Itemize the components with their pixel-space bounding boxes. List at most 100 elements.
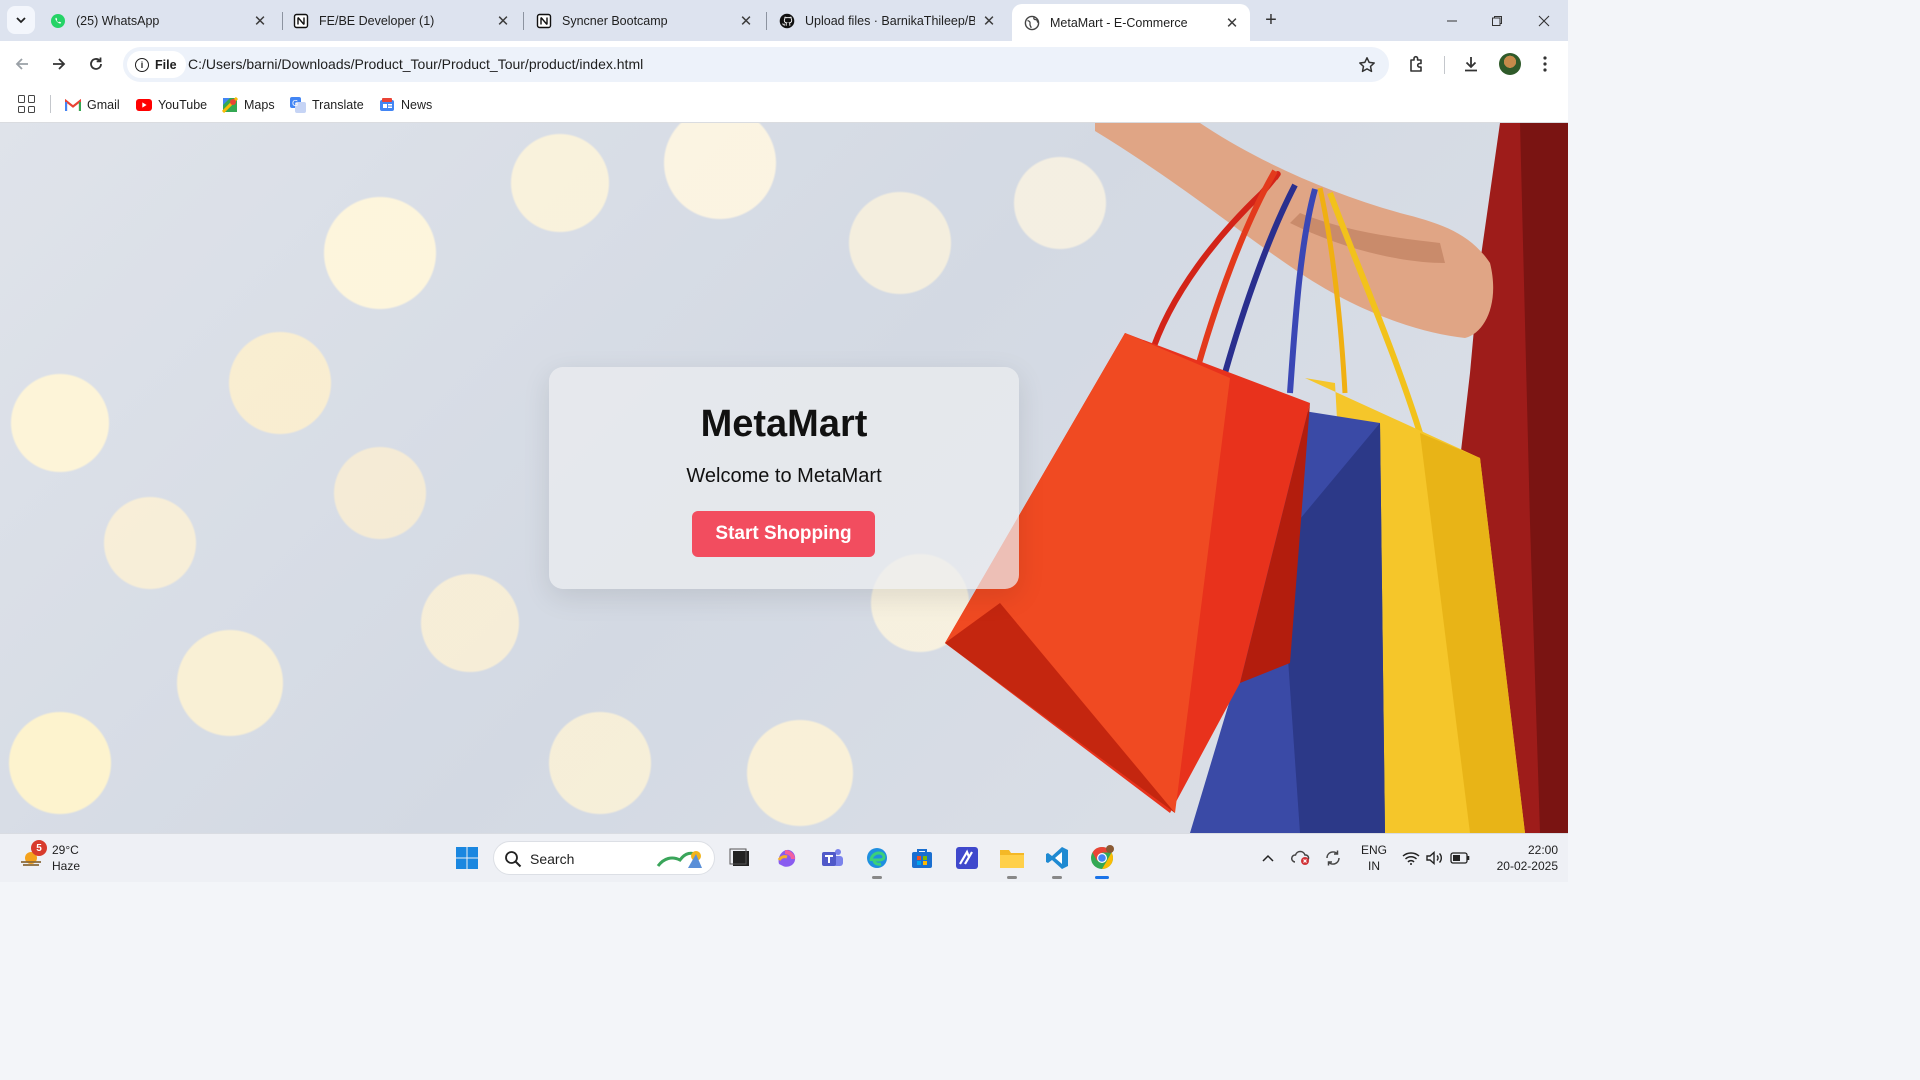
close-tab-icon[interactable]: ✕ — [738, 13, 754, 30]
url-text[interactable]: C:/Users/barni/Downloads/Product_Tour/Pr… — [188, 56, 643, 72]
wifi-tray-icon[interactable] — [1400, 846, 1422, 870]
back-button[interactable] — [8, 50, 36, 78]
toolbar-divider — [1444, 56, 1445, 74]
region-code: IN — [1368, 859, 1380, 873]
more-vertical-icon — [1543, 56, 1547, 72]
close-tab-icon[interactable]: ✕ — [981, 13, 997, 30]
clock-time: 22:00 — [1527, 843, 1558, 857]
bookmark-youtube[interactable]: YouTube — [136, 94, 207, 116]
azure-data-studio-app[interactable] — [952, 843, 982, 873]
close-tab-icon[interactable]: ✕ — [252, 13, 268, 30]
site-info-chip[interactable]: i File — [127, 51, 186, 78]
apps-grid-icon[interactable] — [18, 95, 36, 113]
azure-app-icon — [956, 847, 978, 869]
task-view-button[interactable] — [725, 843, 755, 873]
tab-title: Upload files · BarnikaThileep/Bc — [805, 14, 975, 28]
teams-app[interactable] — [817, 843, 847, 873]
star-icon — [1359, 57, 1375, 73]
browser-toolbar: i File C:/Users/barni/Downloads/Product_… — [0, 41, 1568, 87]
tab-search-button[interactable] — [7, 6, 35, 34]
bookmark-label: News — [401, 98, 433, 112]
taskbar-search-box[interactable]: Search — [493, 841, 715, 875]
close-window-button[interactable] — [1521, 0, 1567, 41]
restore-button[interactable] — [1474, 0, 1520, 41]
arrow-left-icon — [15, 58, 28, 70]
extensions-button[interactable] — [1405, 52, 1429, 76]
browser-menu-button[interactable] — [1533, 52, 1557, 76]
battery-tray-icon[interactable] — [1449, 846, 1471, 870]
running-indicator — [872, 876, 882, 879]
close-tab-icon[interactable]: ✕ — [495, 13, 511, 30]
maps-icon — [222, 97, 238, 113]
tab-metamart[interactable]: MetaMart - E-Commerce ✕ — [1012, 4, 1250, 41]
copilot-icon — [777, 849, 796, 867]
plus-icon: + — [1265, 8, 1277, 31]
forward-button[interactable] — [45, 50, 73, 78]
store-icon — [912, 849, 932, 868]
vscode-app[interactable] — [1042, 843, 1072, 879]
volume-tray-icon[interactable] — [1424, 846, 1446, 870]
start-button[interactable] — [452, 843, 482, 873]
welcome-text: Welcome to MetaMart — [686, 465, 882, 487]
start-shopping-button[interactable]: Start Shopping — [692, 511, 875, 557]
bookmarks-bar: Gmail YouTube Maps G Translate News — [0, 87, 1568, 123]
minimize-button[interactable] — [1429, 0, 1475, 41]
file-explorer-app[interactable] — [997, 843, 1027, 879]
profile-avatar[interactable] — [1499, 53, 1521, 75]
input-language-indicator[interactable]: ENG IN — [1360, 842, 1388, 874]
chrome-app[interactable] — [1087, 843, 1117, 879]
svg-text:G: G — [292, 99, 298, 108]
vscode-icon — [1046, 847, 1068, 869]
tab-whatsapp[interactable]: (25) WhatsApp ✕ — [38, 6, 278, 36]
sync-tray-icon[interactable] — [1322, 846, 1344, 870]
bookmark-star-button[interactable] — [1357, 55, 1377, 75]
active-indicator — [1095, 876, 1109, 879]
youtube-icon — [136, 97, 152, 113]
cloud-error-icon — [1291, 850, 1310, 865]
address-bar[interactable]: i File C:/Users/barni/Downloads/Product_… — [123, 47, 1389, 82]
bookmark-maps[interactable]: Maps — [222, 94, 275, 116]
copilot-app[interactable] — [772, 843, 802, 873]
bookmark-news[interactable]: News — [379, 94, 432, 116]
onedrive-tray-icon[interactable] — [1290, 846, 1312, 870]
weather-temperature: 29°C — [52, 843, 79, 857]
edge-icon — [867, 848, 887, 868]
sync-icon — [1326, 850, 1340, 866]
site-scheme-label: File — [155, 57, 177, 72]
windows-taskbar: 5 29°C Haze Search ENG IN 22:00 20-02-20… — [0, 833, 1568, 882]
chrome-icon — [1091, 845, 1114, 869]
teams-icon — [822, 849, 843, 866]
windows-logo-icon — [456, 847, 478, 869]
system-clock[interactable]: 22:00 20-02-2025 — [1478, 842, 1558, 874]
bookmark-translate[interactable]: G Translate — [290, 94, 364, 116]
close-tab-icon[interactable]: ✕ — [1224, 15, 1240, 32]
translate-icon: G — [290, 97, 306, 113]
search-icon — [505, 851, 522, 868]
reload-icon — [90, 57, 102, 70]
weather-alert-badge: 5 — [31, 840, 47, 856]
weather-widget[interactable]: 5 29°C Haze — [18, 840, 98, 876]
wifi-icon — [1402, 852, 1420, 865]
bookmark-gmail[interactable]: Gmail — [65, 94, 120, 116]
store-app[interactable] — [907, 843, 937, 873]
notion-icon — [536, 13, 552, 29]
edge-app[interactable] — [862, 843, 892, 879]
chevron-up-icon — [1262, 854, 1274, 862]
running-indicator — [1007, 876, 1017, 879]
github-icon — [779, 13, 795, 29]
weather-condition: Haze — [52, 859, 81, 873]
task-view-icon — [729, 848, 749, 866]
tab-title: (25) WhatsApp — [76, 14, 160, 28]
clock-date: 20-02-2025 — [1496, 859, 1558, 873]
tab-strip: (25) WhatsApp ✕ FE/BE Developer (1) ✕ Sy… — [0, 0, 1568, 41]
tab-fe-be-developer[interactable]: FE/BE Developer (1) ✕ — [281, 6, 521, 36]
bookmark-label: Translate — [312, 98, 364, 112]
show-hidden-icons-button[interactable] — [1258, 846, 1278, 870]
reload-button[interactable] — [82, 50, 110, 78]
tab-syncner-bootcamp[interactable]: Syncner Bootcamp ✕ — [524, 6, 764, 36]
search-label: Search — [530, 851, 575, 867]
new-tab-button[interactable]: + — [1259, 8, 1283, 32]
folder-icon — [1000, 850, 1024, 868]
tab-github-upload[interactable]: Upload files · BarnikaThileep/Bc ✕ — [767, 6, 1007, 36]
downloads-button[interactable] — [1459, 52, 1483, 76]
